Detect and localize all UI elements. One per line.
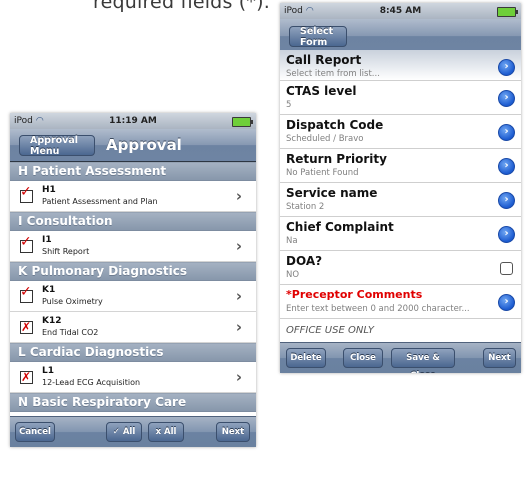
- battery-icon: [232, 117, 253, 127]
- close-button[interactable]: Close: [343, 348, 383, 368]
- form-field-row[interactable]: CTAS level 5 ›: [280, 81, 521, 115]
- field-label: CTAS level: [286, 84, 357, 98]
- item-description: 12-Lead ECG Acquisition: [42, 378, 141, 387]
- field-value: NO: [286, 270, 300, 280]
- clock: 8:45 AM: [379, 6, 422, 16]
- page-title: Approval: [106, 136, 182, 154]
- field-label: Call Report: [286, 53, 362, 67]
- form-field-row[interactable]: Chief Complaint Na ›: [280, 217, 521, 251]
- form-field-row[interactable]: Dispatch Code Scheduled / Bravo ›: [280, 115, 521, 149]
- approval-row[interactable]: ✓ I1 Shift Report ›: [10, 231, 256, 262]
- approval-checkbox[interactable]: ✓: [20, 185, 33, 203]
- chevron-right-icon: ›: [235, 318, 242, 336]
- approval-checkbox[interactable]: ✗: [20, 370, 33, 384]
- item-description: Pulse Oximetry: [42, 297, 103, 306]
- item-description: End Tidal CO2: [42, 328, 99, 337]
- field-value: Scheduled / Bravo: [286, 134, 364, 144]
- disclosure-button-icon[interactable]: ›: [498, 226, 515, 243]
- doa-checkbox[interactable]: [500, 262, 513, 275]
- chevron-right-icon: ›: [235, 287, 242, 305]
- section-header: L Cardiac Diagnostics: [10, 343, 256, 362]
- checkmark-icon: ✓: [20, 184, 32, 200]
- disclosure-button-icon[interactable]: ›: [498, 158, 515, 175]
- field-label: Dispatch Code: [286, 118, 384, 132]
- uncheck-all-button[interactable]: x All: [148, 422, 184, 442]
- cancel-button[interactable]: Cancel: [15, 422, 55, 442]
- form-screen: iPod ◠ 8:45 AM Select Form Call Report Sel…: [280, 3, 521, 373]
- field-value: Enter text between 0 and 2000 character.…: [286, 304, 470, 314]
- field-label: *Preceptor Comments: [286, 288, 423, 301]
- item-description: Patient Assessment and Plan: [42, 197, 158, 206]
- status-bar: iPod ◠ 11:19 AM: [10, 113, 256, 129]
- next-button[interactable]: Next: [216, 422, 250, 442]
- approval-row[interactable]: ✓ K1 Pulse Oximetry ›: [10, 281, 256, 312]
- status-bar: iPod ◠ 8:45 AM: [280, 3, 521, 19]
- disclosure-button-icon[interactable]: ›: [498, 124, 515, 141]
- field-value: Station 2: [286, 202, 325, 212]
- form-field-row[interactable]: Call Report Select item from list... ›: [280, 50, 521, 81]
- next-button[interactable]: Next: [483, 348, 516, 368]
- section-header: H Patient Assessment: [10, 162, 256, 181]
- disclosure-button-icon[interactable]: ›: [498, 59, 515, 76]
- field-label: Service name: [286, 186, 378, 200]
- nav-bar: Approval Menu Approval: [10, 129, 256, 162]
- form-field-row[interactable]: DOA? NO: [280, 251, 521, 285]
- save-close-button[interactable]: Save & Close: [391, 348, 455, 373]
- section-header: N Basic Respiratory Care: [10, 393, 256, 412]
- nav-bar: Select Form: [280, 19, 521, 54]
- field-value: Na: [286, 236, 298, 246]
- section-header: I Consultation: [10, 212, 256, 231]
- approval-checkbox[interactable]: ✓: [20, 235, 33, 253]
- battery-icon: [497, 7, 518, 17]
- check-all-button[interactable]: ✓ All: [106, 422, 142, 442]
- x-mark-icon: ✗: [21, 370, 32, 384]
- disclosure-button-icon[interactable]: ›: [498, 192, 515, 209]
- approval-menu-back-button[interactable]: Approval Menu: [19, 135, 95, 157]
- approval-row[interactable]: ✓ H1 Patient Assessment and Plan ›: [10, 181, 256, 212]
- x-mark-icon: ✗: [21, 320, 32, 334]
- item-code: K12: [42, 316, 62, 326]
- chevron-right-icon: ›: [235, 237, 242, 255]
- chevron-right-icon: ›: [235, 368, 242, 386]
- field-value: Select item from list...: [286, 69, 380, 79]
- bottom-toolbar: Delete Close Save & Close Next: [280, 342, 521, 373]
- select-form-back-button[interactable]: Select Form: [289, 26, 347, 48]
- chevron-right-icon: ›: [235, 187, 242, 205]
- delete-button[interactable]: Delete: [286, 348, 326, 368]
- approval-screen: iPod ◠ 11:19 AM Approval Menu Approval H …: [10, 113, 256, 447]
- disclosure-button-icon[interactable]: ›: [498, 90, 515, 107]
- form-field-row[interactable]: *Preceptor Comments Enter text between 0 …: [280, 285, 521, 319]
- item-code: L1: [42, 366, 54, 376]
- field-value: 5: [286, 100, 292, 110]
- approval-row[interactable]: ✗ L1 12-Lead ECG Acquisition ›: [10, 362, 256, 393]
- field-label: DOA?: [286, 254, 323, 268]
- form-field-row[interactable]: Return Priority No Patient Found ›: [280, 149, 521, 183]
- approval-list: H Patient Assessment ✓ H1 Patient Assessmen…: [10, 162, 256, 443]
- item-code: H1: [42, 185, 56, 195]
- section-header: K Pulmonary Diagnostics: [10, 262, 256, 281]
- approval-row[interactable]: ✗ K12 End Tidal CO2 ›: [10, 312, 256, 343]
- clock: 11:19 AM: [109, 116, 157, 126]
- caption-text: required fields (*).: [93, 0, 270, 13]
- bottom-toolbar: Cancel ✓ All x All Next: [10, 416, 256, 447]
- disclosure-button-icon[interactable]: ›: [498, 294, 515, 311]
- form-field-row[interactable]: Service name Station 2 ›: [280, 183, 521, 217]
- approval-checkbox[interactable]: ✗: [20, 320, 33, 334]
- form-field-list: Call Report Select item from list... › CTAS…: [280, 50, 521, 319]
- checkmark-icon: ✓: [20, 234, 32, 250]
- field-label: Return Priority: [286, 152, 387, 166]
- item-description: Shift Report: [42, 247, 90, 256]
- approval-checkbox[interactable]: ✓: [20, 285, 33, 303]
- office-use-header: OFFICE USE ONLY: [286, 325, 375, 336]
- field-label: Chief Complaint: [286, 220, 394, 234]
- item-code: K1: [42, 285, 56, 295]
- field-value: No Patient Found: [286, 168, 359, 178]
- checkmark-icon: ✓: [20, 284, 32, 300]
- item-code: I1: [42, 235, 52, 245]
